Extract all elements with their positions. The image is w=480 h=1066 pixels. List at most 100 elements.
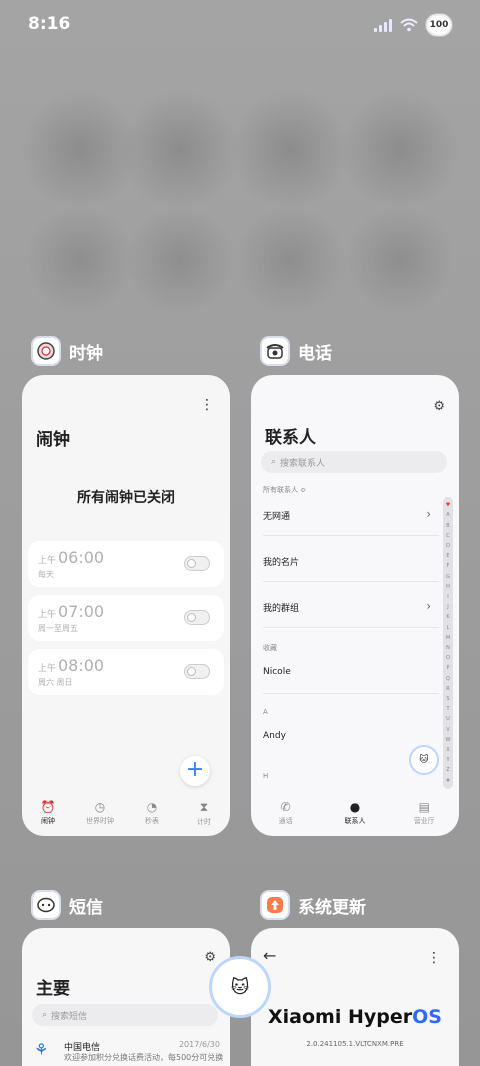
tab-label: 世界时钟 — [86, 817, 114, 825]
search-placeholder: 搜索联系人 — [280, 458, 326, 469]
divider — [263, 581, 439, 582]
alphabet-index-letter[interactable]: M — [443, 635, 453, 641]
page-title: 联系人 — [265, 428, 316, 448]
hello-kitty-floating-ball-icon[interactable]: 🐱 — [209, 956, 271, 1018]
divider — [263, 627, 439, 628]
add-alarm-button[interactable]: + — [180, 756, 210, 786]
list-item-my-card[interactable]: 我的名片 — [263, 555, 439, 568]
hello-kitty-floating-icon[interactable]: 🐱 — [409, 745, 439, 775]
alphabet-index-letter[interactable]: S — [443, 696, 453, 702]
list-item-wuwangtong[interactable]: 无网通 › — [263, 507, 439, 522]
contacts-search-input[interactable]: ⌕ 搜索联系人 — [261, 451, 447, 473]
update-app-header[interactable]: 系统更新 — [260, 890, 366, 920]
alphabet-index-letter[interactable]: C — [443, 533, 453, 539]
alarm-toggle[interactable] — [184, 610, 210, 625]
list-item-label: 我的名片 — [263, 558, 300, 568]
alarm-row[interactable]: 上午 06:00 每天 — [28, 541, 224, 587]
page-title: 闹钟 — [36, 430, 70, 450]
list-item-label: 无网通 — [263, 512, 291, 522]
search-placeholder: 搜索短信 — [51, 1011, 88, 1022]
contact-andy[interactable]: Andy — [263, 731, 439, 741]
alphabet-index-letter[interactable]: A — [443, 512, 453, 518]
system-update-app-icon — [260, 890, 290, 920]
tab-calls[interactable]: ✆ 通话 — [261, 800, 311, 836]
contact-nicole[interactable]: Nicole — [263, 667, 439, 677]
alphabet-index-letter[interactable]: K — [443, 614, 453, 620]
alphabet-index-letter[interactable]: G — [443, 574, 453, 580]
store-icon: ▤ — [418, 800, 430, 814]
alphabet-index-letter[interactable]: H — [443, 584, 453, 590]
alphabet-index-letter[interactable]: V — [443, 727, 453, 733]
alarm-repeat: 周六 周日 — [38, 678, 73, 687]
alarm-repeat: 每天 — [38, 570, 54, 579]
search-icon: ⌕ — [271, 457, 277, 467]
status-bar: 8:16 100 — [0, 0, 480, 50]
section-a-label: A — [263, 708, 268, 716]
contact-name: Nicole — [263, 667, 291, 677]
back-arrow-icon[interactable]: ← — [263, 946, 276, 965]
divider — [263, 535, 439, 536]
signal-icon — [374, 18, 392, 32]
tab-timer[interactable]: ⧗ 计时 — [179, 800, 229, 836]
alarm-toggle[interactable] — [184, 556, 210, 571]
alphabet-index-bar[interactable]: ♥ A B C D E F G H I J K L M N O P Q R S T U V W X Y Z # — [443, 497, 453, 789]
tab-alarm[interactable]: ⏰ 闹钟 — [23, 800, 73, 836]
all-contacts-filter[interactable]: 所有联系人 ≎ — [263, 485, 306, 495]
update-app-name: 系统更新 — [298, 897, 366, 918]
clock-app-icon — [31, 336, 61, 366]
message-date: 2017/6/30 — [178, 1040, 220, 1049]
clock-app-header[interactable]: 时钟 — [31, 336, 103, 366]
alphabet-index-letter[interactable]: U — [443, 716, 453, 722]
os-name: Xiaomi Hyper — [268, 1006, 413, 1028]
tab-contacts[interactable]: ● 联系人 — [330, 800, 380, 836]
alphabet-index-letter[interactable]: Z — [443, 767, 453, 773]
system-update-card[interactable]: ← ⋮ Xiaomi HyperOS 2.0.241105.1.VLTCNXM.… — [251, 928, 459, 1066]
alphabet-index-letter[interactable]: T — [443, 706, 453, 712]
alphabet-index-letter[interactable]: F — [443, 563, 453, 569]
alphabet-index-letter[interactable]: X — [443, 747, 453, 753]
alphabet-index-letter[interactable]: Y — [443, 757, 453, 763]
alphabet-index-letter[interactable]: J — [443, 604, 453, 610]
messages-app-header[interactable]: 短信 — [31, 890, 103, 920]
alphabet-index-letter[interactable]: P — [443, 665, 453, 671]
settings-gear-icon[interactable]: ⚙ — [433, 399, 445, 414]
status-icons: 100 — [374, 14, 452, 36]
tab-store[interactable]: ▤ 营业厅 — [399, 800, 449, 836]
more-menu-icon[interactable]: ⋮ — [427, 950, 441, 966]
messages-app-card[interactable]: ⚙ 主要 ⌕ 搜索短信 ⚘ 中国电信 2017/6/30 欢迎参加积分兑换话费活… — [22, 928, 230, 1066]
alphabet-index-letter[interactable]: R — [443, 686, 453, 692]
contact-name: Andy — [263, 731, 286, 741]
alarm-toggle[interactable] — [184, 664, 210, 679]
alphabet-index-letter[interactable]: I — [443, 594, 453, 600]
alarm-time: 07:00 — [58, 602, 105, 621]
list-item-my-groups[interactable]: 我的群组 › — [263, 599, 439, 614]
clock-app-card[interactable]: ⋮ 闹钟 所有闹钟已关闭 上午 06:00 每天 上午 07:00 周一至周五 … — [22, 375, 230, 836]
alphabet-index-letter[interactable]: E — [443, 553, 453, 559]
alphabet-index-letter[interactable]: # — [443, 778, 453, 784]
phone-app-header[interactable]: 电话 — [260, 336, 332, 366]
settings-gear-icon[interactable]: ⚙ — [204, 950, 216, 965]
more-menu-icon[interactable]: ⋮ — [200, 397, 214, 413]
phone-app-card[interactable]: ⚙ 联系人 ⌕ 搜索联系人 所有联系人 ≎ 无网通 › 我的名片 我的群组 › … — [251, 375, 459, 836]
alphabet-index-letter[interactable]: B — [443, 523, 453, 529]
alarm-time: 08:00 — [58, 656, 105, 675]
alphabet-index-letter[interactable]: D — [443, 543, 453, 549]
alphabet-index-letter[interactable]: ♥ — [443, 502, 453, 508]
alphabet-index-letter[interactable]: Q — [443, 676, 453, 682]
alarm-row[interactable]: 上午 08:00 周六 周日 — [28, 649, 224, 695]
alphabet-index-letter[interactable]: W — [443, 737, 453, 743]
alarm-row[interactable]: 上午 07:00 周一至周五 — [28, 595, 224, 641]
alphabet-index-letter[interactable]: O — [443, 655, 453, 661]
phone-app-name: 电话 — [298, 343, 332, 364]
tab-label: 计时 — [197, 818, 211, 826]
chevron-right-icon: › — [426, 507, 431, 521]
alarm-ampm: 上午 — [38, 664, 57, 674]
tab-stopwatch[interactable]: ◔ 秒表 — [127, 800, 177, 836]
alphabet-index-letter[interactable]: L — [443, 625, 453, 631]
chevron-right-icon: › — [426, 599, 431, 613]
messages-search-input[interactable]: ⌕ 搜索短信 — [32, 1004, 218, 1026]
tab-world-clock[interactable]: ◷ 世界时钟 — [75, 800, 125, 836]
alphabet-index-letter[interactable]: N — [443, 645, 453, 651]
alarm-repeat: 周一至周五 — [38, 624, 78, 633]
os-version: 2.0.241105.1.VLTCNXM.PRE — [306, 1040, 404, 1048]
